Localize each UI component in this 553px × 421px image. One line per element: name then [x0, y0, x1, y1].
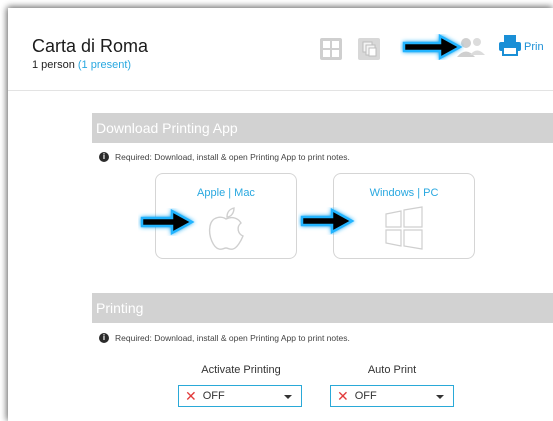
chevron-down-icon	[284, 395, 292, 399]
present-count-link[interactable]: (1 present)	[78, 59, 131, 71]
stacked-notes-icon[interactable]	[358, 38, 380, 65]
info-icon: i	[99, 152, 109, 162]
auto-print-value: OFF	[354, 390, 377, 402]
windows-icon	[385, 206, 423, 250]
download-app-section: Download Printing App	[92, 113, 553, 143]
off-x-icon: ✕	[337, 388, 349, 404]
pointer-arrow-mac-icon	[138, 208, 198, 241]
download-note: i Required: Download, install & open Pri…	[99, 152, 350, 162]
windows-pc-label: Windows | PC	[369, 187, 439, 199]
pointer-arrow-icon	[400, 33, 464, 65]
activate-printing-label: Activate Printing	[201, 364, 281, 376]
off-x-icon: ✕	[185, 388, 197, 404]
pointer-arrow-windows-icon	[298, 207, 358, 240]
auto-print-select[interactable]: ✕ OFF	[330, 385, 454, 407]
person-count: 1 person	[32, 59, 75, 71]
printing-note-text: Required: Download, install & open Print…	[115, 333, 350, 343]
grid-view-icon[interactable]	[320, 38, 342, 65]
print-settings-panel: Carta di Roma 1 person (1 present) Prin …	[8, 8, 553, 421]
auto-print-label: Auto Print	[367, 364, 417, 376]
page-title: Carta di Roma	[32, 36, 149, 56]
chevron-down-icon	[436, 395, 444, 399]
printing-note: i Required: Download, install & open Pri…	[99, 333, 350, 343]
activate-printing-select[interactable]: ✕ OFF	[178, 385, 302, 407]
printing-section: Printing	[92, 293, 553, 323]
printer-icon	[498, 34, 522, 59]
print-button[interactable]: Prin	[498, 34, 544, 59]
section-heading-download: Download Printing App	[92, 113, 553, 143]
apple-mac-label: Apple | Mac	[197, 187, 255, 199]
apple-icon	[208, 207, 244, 250]
print-label: Prin	[524, 40, 544, 53]
info-icon: i	[99, 333, 109, 343]
activate-printing-value: OFF	[202, 390, 225, 402]
download-note-text: Required: Download, install & open Print…	[115, 152, 350, 162]
attendance-summary: 1 person (1 present)	[32, 59, 131, 71]
section-heading-printing: Printing	[92, 293, 553, 323]
header: Carta di Roma 1 person (1 present) Prin	[8, 8, 553, 91]
